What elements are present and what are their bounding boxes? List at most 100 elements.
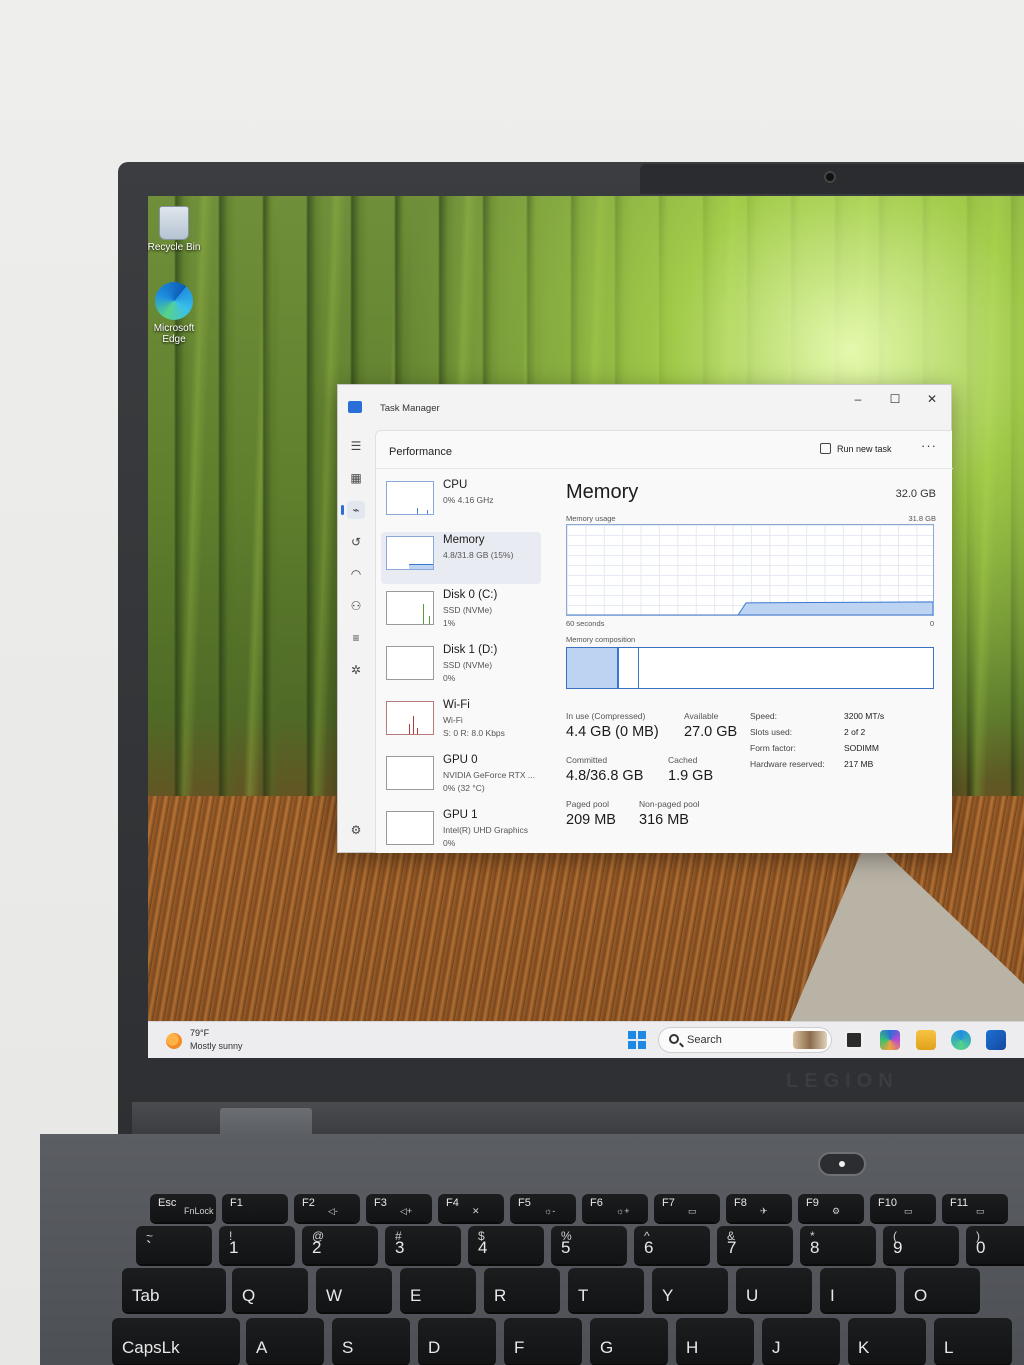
resource-item-gpu1[interactable]: GPU 1 Intel(R) UHD Graphics 0% <box>381 807 541 859</box>
key-o[interactable]: O <box>904 1268 980 1312</box>
key-f8[interactable]: ✈ F8 <box>726 1194 792 1222</box>
resource-item-memory[interactable]: Memory 4.8/31.8 GB (15%) <box>381 532 541 584</box>
key-s[interactable]: S <box>332 1318 410 1364</box>
edge-icon[interactable] <box>951 1030 971 1050</box>
key-d[interactable]: D <box>418 1318 496 1364</box>
store-icon[interactable] <box>986 1030 1006 1050</box>
stat-available-label: Available <box>684 711 719 721</box>
memory-usage-max: 31.8 GB <box>908 514 936 523</box>
taskbar: 79°F Mostly sunny Search <box>148 1021 1024 1058</box>
maximize-button[interactable]: ☐ <box>877 388 913 410</box>
key-f4[interactable]: ✕ F4 <box>438 1194 504 1222</box>
task-manager-window: Task Manager – ☐ ✕ ☰ ▦ ⌁ ↺ ◠ ⚇ ≡ ✲ ⚙ Per… <box>337 384 953 853</box>
title-bar[interactable]: Task Manager – ☐ ✕ <box>338 385 951 425</box>
key-u[interactable]: U <box>736 1268 812 1312</box>
key-8[interactable]: * 8 <box>800 1226 876 1264</box>
search-icon <box>669 1034 679 1044</box>
resource-item-gpu0[interactable]: GPU 0 NVIDIA GeForce RTX ... 0% (32 °C) <box>381 752 541 804</box>
key-f11[interactable]: ▭ F11 <box>942 1194 1008 1222</box>
taskbar-search[interactable]: Search <box>658 1027 832 1053</box>
key-label: F5 <box>518 1197 531 1209</box>
key-j[interactable]: J <box>762 1318 840 1364</box>
users-icon[interactable]: ⚇ <box>347 597 365 615</box>
window-title: Task Manager <box>380 403 440 414</box>
resource-name: Wi-Fi <box>443 699 470 711</box>
key-label: R <box>494 1286 507 1305</box>
spec-key: Speed: <box>750 711 777 721</box>
cpu-thumbnail-graph <box>386 481 434 515</box>
close-button[interactable]: ✕ <box>914 388 950 410</box>
power-button[interactable] <box>818 1152 866 1176</box>
settings-icon[interactable]: ⚙ <box>347 821 365 839</box>
key-w[interactable]: W <box>316 1268 392 1312</box>
key-6[interactable]: ^ 6 <box>634 1226 710 1264</box>
resource-detail: NVIDIA GeForce RTX ... <box>443 770 535 780</box>
key-f2[interactable]: ◁- F2 <box>294 1194 360 1222</box>
weather-temperature[interactable]: 79°F <box>190 1028 209 1038</box>
key-label: F7 <box>662 1197 675 1209</box>
resource-item-wifi[interactable]: Wi-Fi Wi-Fi S: 0 R: 8.0 Kbps <box>381 697 541 749</box>
key-e[interactable]: E <box>400 1268 476 1312</box>
more-options-button[interactable]: ··· <box>921 438 937 453</box>
search-placeholder: Search <box>687 1034 722 1046</box>
key-label: G <box>600 1338 614 1357</box>
key-k[interactable]: K <box>848 1318 926 1364</box>
gpu0-thumbnail-graph <box>386 756 434 790</box>
key-t[interactable]: T <box>568 1268 644 1312</box>
weather-sunny-icon[interactable] <box>166 1033 182 1049</box>
key-f1[interactable]: F1 <box>222 1194 288 1222</box>
key-f7[interactable]: ▭ F7 <box>654 1194 720 1222</box>
key-7[interactable]: & 7 <box>717 1226 793 1264</box>
key-f3[interactable]: ◁+ F3 <box>366 1194 432 1222</box>
key-label: W <box>326 1286 343 1305</box>
desktop-icon-edge[interactable]: Microsoft Edge <box>144 282 204 345</box>
key-5[interactable]: % 5 <box>551 1226 627 1264</box>
services-icon[interactable]: ✲ <box>347 661 365 679</box>
key-1[interactable]: ! 1 <box>219 1226 295 1264</box>
key-f9[interactable]: ⚙ F9 <box>798 1194 864 1222</box>
key-l[interactable]: L <box>934 1318 1012 1364</box>
key-q[interactable]: Q <box>232 1268 308 1312</box>
startup-apps-icon[interactable]: ◠ <box>347 565 365 583</box>
key-f5[interactable]: ☼- F5 <box>510 1194 576 1222</box>
key-y[interactable]: Y <box>652 1268 728 1312</box>
performance-icon[interactable]: ⌁ <box>341 501 365 519</box>
key-a[interactable]: A <box>246 1318 324 1364</box>
windows-start-icon[interactable] <box>628 1031 646 1049</box>
key-label: 0 <box>976 1238 986 1257</box>
key-r[interactable]: R <box>484 1268 560 1312</box>
resource-item-disk1[interactable]: Disk 1 (D:) SSD (NVMe) 0% <box>381 642 541 694</box>
key-f10[interactable]: ▭ F10 <box>870 1194 936 1222</box>
key-i[interactable]: I <box>820 1268 896 1312</box>
details-icon[interactable]: ≡ <box>347 629 365 647</box>
processes-icon[interactable]: ▦ <box>347 469 365 487</box>
key-esc[interactable]: FnLock Esc <box>150 1194 216 1222</box>
key-0[interactable]: ~ ` <box>136 1226 212 1264</box>
weather-description[interactable]: Mostly sunny <box>190 1041 243 1051</box>
key-9[interactable]: (9 <box>883 1226 959 1264</box>
key-h[interactable]: H <box>676 1318 754 1364</box>
desktop-icon-recycle-bin[interactable]: Recycle Bin <box>144 206 204 253</box>
key-label: K <box>858 1338 870 1357</box>
key-3[interactable]: #3 <box>385 1226 461 1264</box>
copilot-icon[interactable] <box>880 1030 900 1050</box>
key-2[interactable]: @2 <box>302 1226 378 1264</box>
key-g[interactable]: G <box>590 1318 668 1364</box>
hamburger-menu-icon[interactable]: ☰ <box>347 437 365 455</box>
resource-item-disk0[interactable]: Disk 0 (C:) SSD (NVMe) 1% <box>381 587 541 639</box>
run-task-icon <box>820 443 831 454</box>
resource-usage: S: 0 R: 8.0 Kbps <box>443 728 505 738</box>
task-view-icon[interactable] <box>844 1030 864 1050</box>
resource-item-cpu[interactable]: CPU 0% 4.16 GHz <box>381 477 541 529</box>
key-f[interactable]: F <box>504 1318 582 1364</box>
key-capslk[interactable]: CapsLk <box>112 1318 240 1364</box>
key-10[interactable]: ) 0 <box>966 1226 1024 1264</box>
key-4[interactable]: $4 <box>468 1226 544 1264</box>
app-history-icon[interactable]: ↺ <box>347 533 365 551</box>
file-explorer-icon[interactable] <box>916 1030 936 1050</box>
key-tab[interactable]: Tab <box>122 1268 226 1312</box>
key-secondary-label: ⚙ <box>832 1206 841 1216</box>
run-new-task-button[interactable]: Run new task <box>820 440 892 458</box>
key-f6[interactable]: ☼+ F6 <box>582 1194 648 1222</box>
minimize-button[interactable]: – <box>840 388 876 410</box>
